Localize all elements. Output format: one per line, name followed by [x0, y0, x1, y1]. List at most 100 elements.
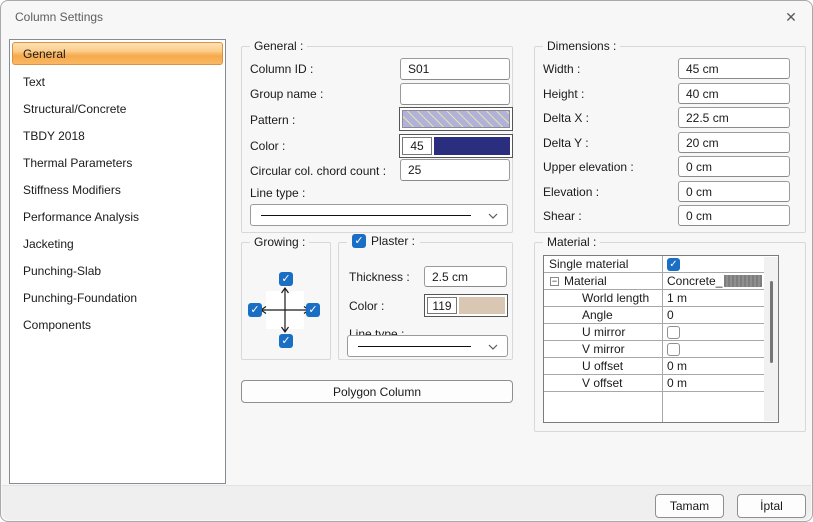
growing-right-checkbox[interactable]: ✓ — [306, 303, 320, 317]
redacted-material-name — [724, 275, 762, 287]
close-button[interactable]: ✕ — [780, 7, 802, 27]
upper-elevation-label: Upper elevation : — [543, 160, 634, 174]
sidebar-item-thermal-parameters[interactable]: Thermal Parameters — [10, 149, 225, 176]
material-group: Material : Single material ✓ − Material … — [534, 242, 806, 432]
color-index-value[interactable]: 45 — [402, 137, 432, 155]
growing-group: Growing : ✓ ✓ ✓ ✓ — [241, 242, 331, 360]
delta-x-label: Delta X : — [543, 111, 589, 125]
angle-label: Angle — [544, 308, 662, 322]
v-mirror-label: V mirror — [544, 342, 662, 356]
title-bar: Column Settings ✕ — [1, 1, 812, 33]
plaster-line-type-dropdown[interactable] — [347, 335, 508, 357]
height-label: Height : — [543, 87, 584, 101]
plaster-header: ✓ Plaster : — [347, 234, 420, 248]
plaster-line-type-solid-preview — [358, 346, 471, 347]
height-input[interactable] — [678, 83, 790, 104]
world-length-value[interactable]: 1 m — [662, 291, 764, 305]
collapse-expander-icon[interactable]: − — [550, 277, 559, 286]
column-id-input[interactable] — [400, 58, 510, 80]
table-row-material: − Material Concrete_ — [544, 273, 764, 290]
check-icon: ✓ — [250, 304, 259, 316]
elevation-input[interactable] — [678, 181, 790, 202]
thickness-input[interactable] — [424, 266, 507, 287]
material-label: Material — [564, 274, 607, 288]
sidebar-item-general[interactable]: General — [12, 42, 223, 65]
sidebar-item-punching-foundation[interactable]: Punching-Foundation — [10, 284, 225, 311]
u-offset-value[interactable]: 0 m — [662, 359, 764, 373]
plaster-color-swatch[interactable] — [459, 297, 505, 314]
material-value-cell[interactable]: Concrete_ — [662, 274, 764, 288]
column-settings-dialog: Column Settings ✕ General Text Structura… — [0, 0, 813, 522]
v-mirror-checkbox[interactable] — [667, 343, 680, 356]
pattern-swatch[interactable] — [399, 107, 513, 131]
elevation-label: Elevation : — [543, 185, 599, 199]
line-type-dropdown[interactable] — [250, 204, 508, 226]
dimensions-group: Dimensions : Width : Height : Delta X : … — [534, 46, 806, 233]
check-icon: ✓ — [281, 335, 290, 347]
delta-y-input[interactable] — [678, 132, 790, 153]
chevron-down-icon — [488, 344, 498, 350]
category-list: General Text Structural/Concrete TBDY 20… — [9, 39, 226, 484]
sidebar-item-jacketing[interactable]: Jacketing — [10, 230, 225, 257]
column-id-label: Column ID : — [250, 62, 313, 76]
cancel-button[interactable]: İptal — [737, 494, 806, 518]
table-scrollbar[interactable] — [764, 257, 778, 421]
check-icon: ✓ — [354, 235, 363, 247]
check-icon: ✓ — [308, 304, 317, 316]
scrollbar-thumb[interactable] — [770, 281, 773, 363]
shear-input[interactable] — [678, 205, 790, 226]
plaster-group-title: Plaster : — [371, 234, 415, 248]
pattern-label: Pattern : — [250, 113, 295, 127]
v-offset-value[interactable]: 0 m — [662, 376, 764, 390]
width-label: Width : — [543, 62, 580, 76]
line-type-solid-preview — [261, 215, 471, 216]
u-mirror-label: U mirror — [544, 325, 662, 339]
pattern-hatch-preview — [402, 110, 510, 128]
line-type-label: Line type : — [250, 186, 305, 200]
chevron-down-icon — [488, 213, 498, 219]
plaster-color-label: Color : — [349, 299, 384, 313]
single-material-label: Single material — [544, 257, 662, 271]
growing-up-checkbox[interactable]: ✓ — [279, 272, 293, 286]
group-name-label: Group name : — [250, 87, 323, 101]
plaster-color-index-value[interactable]: 119 — [427, 297, 457, 314]
single-material-checkbox[interactable]: ✓ — [667, 258, 680, 271]
width-input[interactable] — [678, 58, 790, 79]
table-row-v-mirror: V mirror — [544, 341, 764, 358]
plaster-group: ✓ Plaster : Thickness : Color : 119 Line… — [338, 242, 513, 360]
color-picker[interactable]: 45 — [399, 134, 513, 158]
upper-elevation-input[interactable] — [678, 156, 790, 177]
sidebar-item-components[interactable]: Components — [10, 311, 225, 338]
chord-count-input[interactable] — [400, 159, 510, 181]
shear-label: Shear : — [543, 209, 582, 223]
dimensions-group-title: Dimensions : — [543, 39, 620, 53]
u-mirror-checkbox[interactable] — [667, 326, 680, 339]
table-row-u-offset: U offset 0 m — [544, 358, 764, 375]
ok-button[interactable]: Tamam — [655, 494, 724, 518]
plaster-checkbox[interactable]: ✓ — [352, 234, 366, 248]
sidebar-item-stiffness-modifiers[interactable]: Stiffness Modifiers — [10, 176, 225, 203]
growing-group-title: Growing : — [250, 235, 309, 249]
sidebar-item-tbdy-2018[interactable]: TBDY 2018 — [10, 122, 225, 149]
polygon-column-button[interactable]: Polygon Column — [241, 380, 513, 403]
check-icon: ✓ — [281, 273, 290, 285]
group-name-input[interactable] — [400, 83, 510, 105]
window-title: Column Settings — [15, 10, 103, 24]
material-value: Concrete_ — [667, 274, 722, 288]
color-swatch[interactable] — [434, 137, 510, 155]
v-offset-label: V offset — [544, 376, 662, 390]
table-row-v-offset: V offset 0 m — [544, 375, 764, 392]
sidebar-item-structural-concrete[interactable]: Structural/Concrete — [10, 95, 225, 122]
check-icon: ✓ — [667, 258, 680, 271]
sidebar-item-text[interactable]: Text — [10, 68, 225, 95]
angle-value[interactable]: 0 — [662, 308, 764, 322]
delta-y-label: Delta Y : — [543, 136, 589, 150]
growing-left-checkbox[interactable]: ✓ — [248, 303, 262, 317]
sidebar-item-punching-slab[interactable]: Punching-Slab — [10, 257, 225, 284]
general-group: General : Column ID : Group name : Patte… — [241, 46, 513, 233]
polygon-column-label: Polygon Column — [333, 385, 421, 399]
delta-x-input[interactable] — [678, 107, 790, 128]
growing-down-checkbox[interactable]: ✓ — [279, 334, 293, 348]
plaster-color-picker[interactable]: 119 — [424, 294, 508, 317]
sidebar-item-performance-analysis[interactable]: Performance Analysis — [10, 203, 225, 230]
